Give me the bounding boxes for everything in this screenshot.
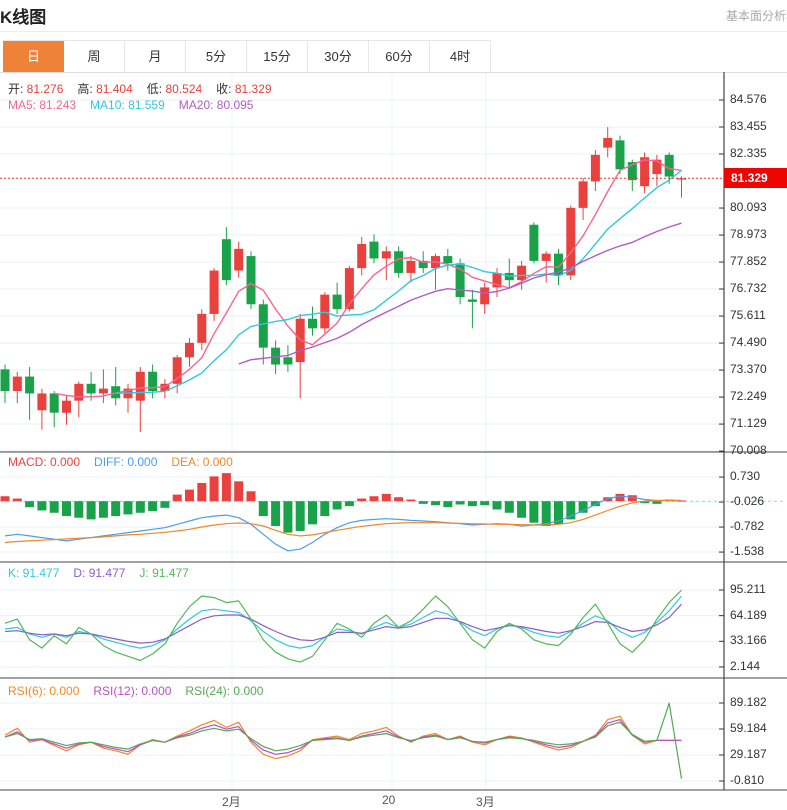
axis-tick-label: -0.026 <box>730 494 764 508</box>
legend-item: DEA: 0.000 <box>171 455 232 469</box>
axis-tick-label: 76.732 <box>730 281 767 295</box>
rsi-legend: RSI(6): 0.000 RSI(12): 0.000 RSI(24): 0.00… <box>8 684 277 698</box>
legend-item: RSI(6): 0.000 <box>8 684 79 698</box>
legend-item: MA10: 81.559 <box>90 98 165 112</box>
x-axis-label: 3月 <box>476 793 495 810</box>
macd-legend: MACD: 0.000 DIFF: 0.000 DEA: 0.000 <box>8 455 247 469</box>
legend-item: D: 91.477 <box>73 566 125 580</box>
page-header: K线图 基本面分析> <box>0 0 787 32</box>
tab-周[interactable]: 周 <box>64 41 125 73</box>
axis-tick-label: 89.182 <box>730 695 767 709</box>
legend-item: 开: 81.276 <box>8 82 63 96</box>
axis-tick-label: 72.249 <box>730 389 767 403</box>
axis-tick-label: 75.611 <box>730 308 766 322</box>
legend-item: 低: 80.524 <box>147 82 202 96</box>
tab-60分[interactable]: 60分 <box>369 41 430 73</box>
fundamental-analysis-link[interactable]: 基本面分析> <box>726 7 787 24</box>
axis-tick-label: 71.129 <box>730 416 767 430</box>
axis-tick-label: 80.093 <box>730 200 767 214</box>
tab-4时[interactable]: 4时 <box>430 41 491 73</box>
tab-5分[interactable]: 5分 <box>186 41 247 73</box>
legend-item: K: 91.477 <box>8 566 59 580</box>
page-title: K线图 <box>0 3 46 28</box>
tab-15分[interactable]: 15分 <box>247 41 308 73</box>
axis-tick-label: 2.144 <box>730 659 760 673</box>
axis-tick-label: -1.538 <box>730 544 764 558</box>
x-axis-label: 20 <box>382 793 395 807</box>
axis-tick-label: -0.782 <box>730 519 764 533</box>
tab-月[interactable]: 月 <box>125 41 186 73</box>
legend-item: DIFF: 0.000 <box>94 455 157 469</box>
tab-30分[interactable]: 30分 <box>308 41 369 73</box>
tab-日[interactable]: 日 <box>3 41 64 73</box>
axis-tick-label: 0.730 <box>730 469 760 483</box>
axis-tick-label: 83.455 <box>730 119 767 133</box>
axis-tick-label: 64.189 <box>730 608 767 622</box>
axis-tick-label: 84.576 <box>730 92 767 106</box>
kline-page: { "header": { "title": "K线图", "link": "基… <box>0 0 787 809</box>
axis-tick-label: 74.490 <box>730 335 767 349</box>
axis-tick-label: 29.187 <box>730 747 767 761</box>
legend-item: J: 91.477 <box>139 566 188 580</box>
ohlc-legend: 开: 81.276 高: 81.404 低: 80.524 收: 81.329 <box>8 80 286 97</box>
axis-tick-label: 70.008 <box>730 443 767 457</box>
axis-tick-label: 33.166 <box>730 633 767 647</box>
legend-item: 高: 81.404 <box>77 82 132 96</box>
legend-item: RSI(24): 0.000 <box>185 684 263 698</box>
axis-tick-label: 78.973 <box>730 227 767 241</box>
axis-tick-label: 82.335 <box>730 146 767 160</box>
x-axis-label: 2月 <box>222 793 241 810</box>
ma-legend: MA5: 81.243 MA10: 81.559 MA20: 80.095 <box>8 98 267 112</box>
axis-tick-label: 77.852 <box>730 254 767 268</box>
axis-tick-label: 95.211 <box>730 582 766 596</box>
legend-item: MACD: 0.000 <box>8 455 80 469</box>
legend-item: 收: 81.329 <box>216 82 271 96</box>
axis-tick-label: 59.184 <box>730 721 767 735</box>
legend-item: RSI(12): 0.000 <box>93 684 171 698</box>
kdj-legend: K: 91.477 D: 91.477 J: 91.477 <box>8 566 203 580</box>
period-tab-bar: 日周月5分15分30分60分4时 <box>3 40 491 73</box>
legend-item: MA5: 81.243 <box>8 98 76 112</box>
axis-tick-label: 73.370 <box>730 362 767 376</box>
axis-tick-label: -0.810 <box>730 773 764 787</box>
legend-item: MA20: 80.095 <box>179 98 254 112</box>
current-price-tag: 81.329 <box>724 168 787 188</box>
